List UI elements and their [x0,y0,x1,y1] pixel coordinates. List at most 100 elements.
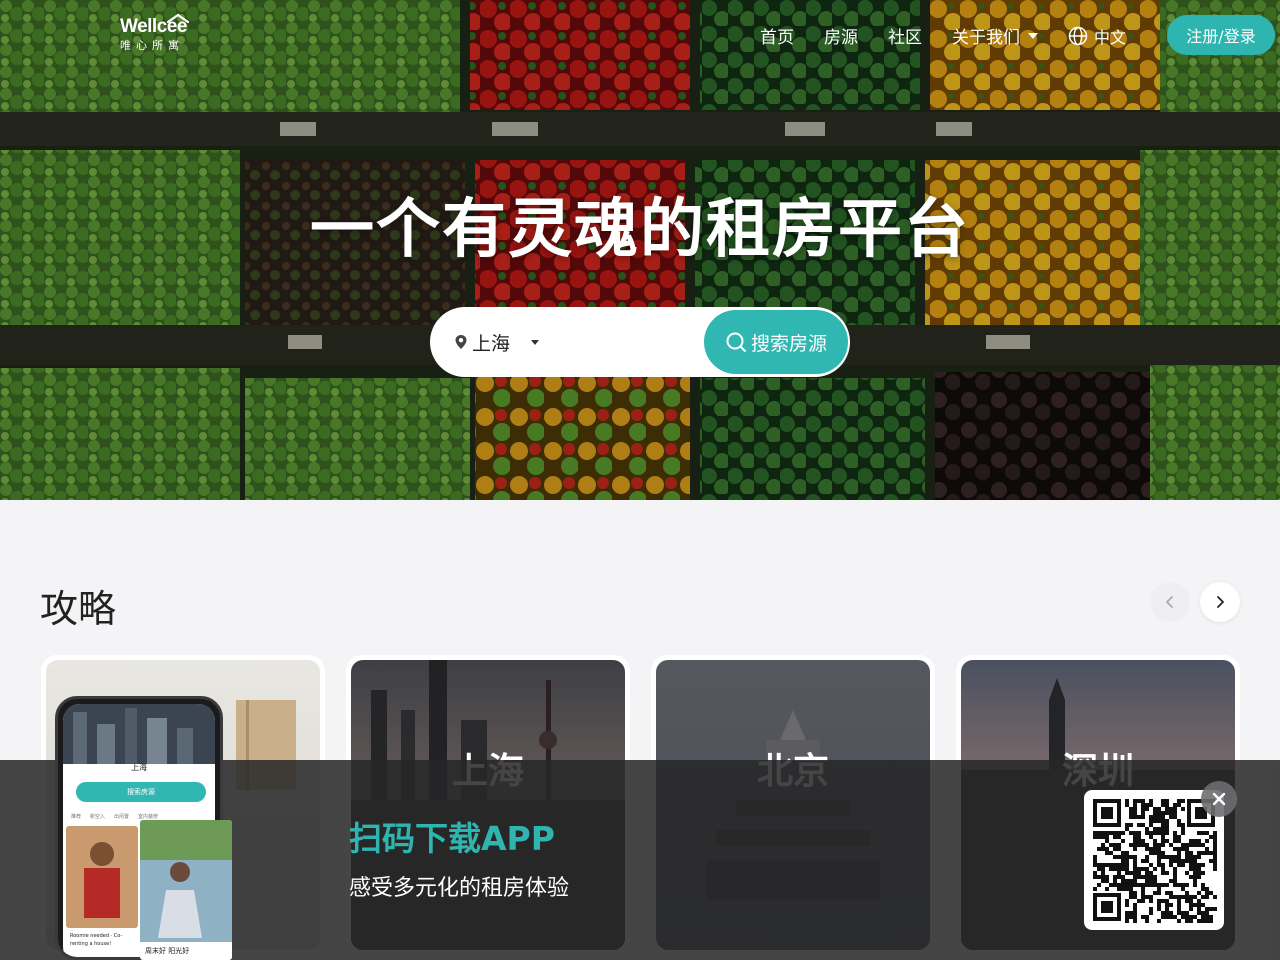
qr-module [1137,899,1141,903]
phone-city-photo [63,704,215,764]
language-switcher[interactable]: 中文 [1068,24,1126,48]
qr-module [1177,859,1181,863]
qr-module [1153,883,1157,887]
qr-module [1101,863,1105,867]
qr-module [1185,855,1189,859]
qr-module [1161,851,1165,855]
qr-module [1093,871,1097,875]
qr-module [1193,903,1197,907]
qr-module [1193,875,1197,879]
qr-module [1165,803,1169,807]
qr-module [1125,855,1129,859]
qr-module [1153,847,1157,851]
qr-module [1177,799,1181,803]
qr-module [1153,807,1157,811]
qr-module [1177,863,1181,867]
carousel-prev-button[interactable] [1150,582,1190,622]
close-banner-button[interactable] [1201,781,1237,817]
qr-module [1129,883,1133,887]
nav-about-dropdown[interactable]: 关于我们 [952,23,1038,48]
qr-module [1201,911,1205,915]
qr-module [1145,843,1149,847]
chevron-left-icon [1166,596,1173,608]
carousel-next-button[interactable] [1200,582,1240,622]
qr-module [1133,871,1137,875]
qr-module [1185,915,1189,919]
qr-module [1121,875,1125,879]
qr-module [1169,879,1173,883]
qr-module [1213,847,1217,851]
qr-module [1133,875,1137,879]
signin-button[interactable]: 注册/登录 [1167,15,1275,55]
qr-module [1205,891,1209,895]
nav-about-label: 关于我们 [952,28,1020,48]
qr-module [1165,819,1169,823]
qr-module [1205,915,1209,919]
qr-module [1189,851,1193,855]
qr-module [1149,831,1153,835]
qr-module [1173,871,1177,875]
phone-city-label: 上海 [131,763,147,772]
qr-module [1141,875,1145,879]
qr-module [1181,831,1185,835]
qr-module [1113,847,1117,851]
qr-module [1121,859,1125,863]
qr-module [1137,823,1141,827]
qr-module [1129,879,1133,883]
qr-module [1161,811,1165,815]
qr-module [1161,839,1165,843]
qr-module [1129,815,1133,819]
qr-module [1197,891,1201,895]
qr-module [1169,891,1173,895]
qr-module [1125,899,1129,903]
city-select[interactable]: 上海 [472,329,510,356]
qr-module [1165,855,1169,859]
qr-module [1109,863,1113,867]
nav-home[interactable]: 首页 [760,23,794,48]
qr-module [1185,919,1189,923]
phone-tabs: 推荐 新空入 出闲置 室内装修 [71,813,158,820]
qr-module [1145,847,1149,851]
qr-module [1157,863,1161,867]
qr-module [1141,803,1145,807]
caret-down-icon[interactable] [531,340,539,345]
qr-module [1137,831,1141,835]
qr-module [1137,843,1141,847]
qr-module [1213,859,1217,863]
qr-module [1157,891,1161,895]
qr-module [1161,871,1165,875]
qr-module [1185,891,1189,895]
qr-module [1149,799,1153,803]
qr-module [1109,851,1113,855]
search-button[interactable]: 搜索房源 [704,310,848,374]
qr-module [1209,915,1213,919]
qr-module [1165,831,1169,835]
qr-module [1161,827,1165,831]
qr-module [1193,843,1197,847]
nav-listings[interactable]: 房源 [824,23,858,48]
qr-module [1161,867,1165,871]
qr-module [1177,911,1181,915]
qr-module [1177,851,1181,855]
qr-module [1153,867,1157,871]
qr-module [1197,843,1201,847]
qr-module [1101,843,1105,847]
qr-module [1193,895,1197,899]
qr-module [1161,823,1165,827]
qr-module [1185,851,1189,855]
hero-banner: Wellcee 唯心所寓 首页 房源 社区 关于我们 中文 注册/登录 一个有灵… [0,0,1280,500]
qr-module [1205,887,1209,891]
qr-module [1209,835,1213,839]
nav-community[interactable]: 社区 [888,23,922,48]
logo[interactable]: Wellcee 唯心所寓 [120,13,190,54]
qr-module [1165,883,1169,887]
qr-module [1165,915,1169,919]
language-label: 中文 [1094,27,1127,47]
qr-module [1141,899,1145,903]
qr-module [1181,915,1185,919]
qr-module [1141,811,1145,815]
qr-module [1117,867,1121,871]
qr-module [1101,847,1105,851]
qr-module [1133,815,1137,819]
logo-roof-icon [166,13,190,23]
